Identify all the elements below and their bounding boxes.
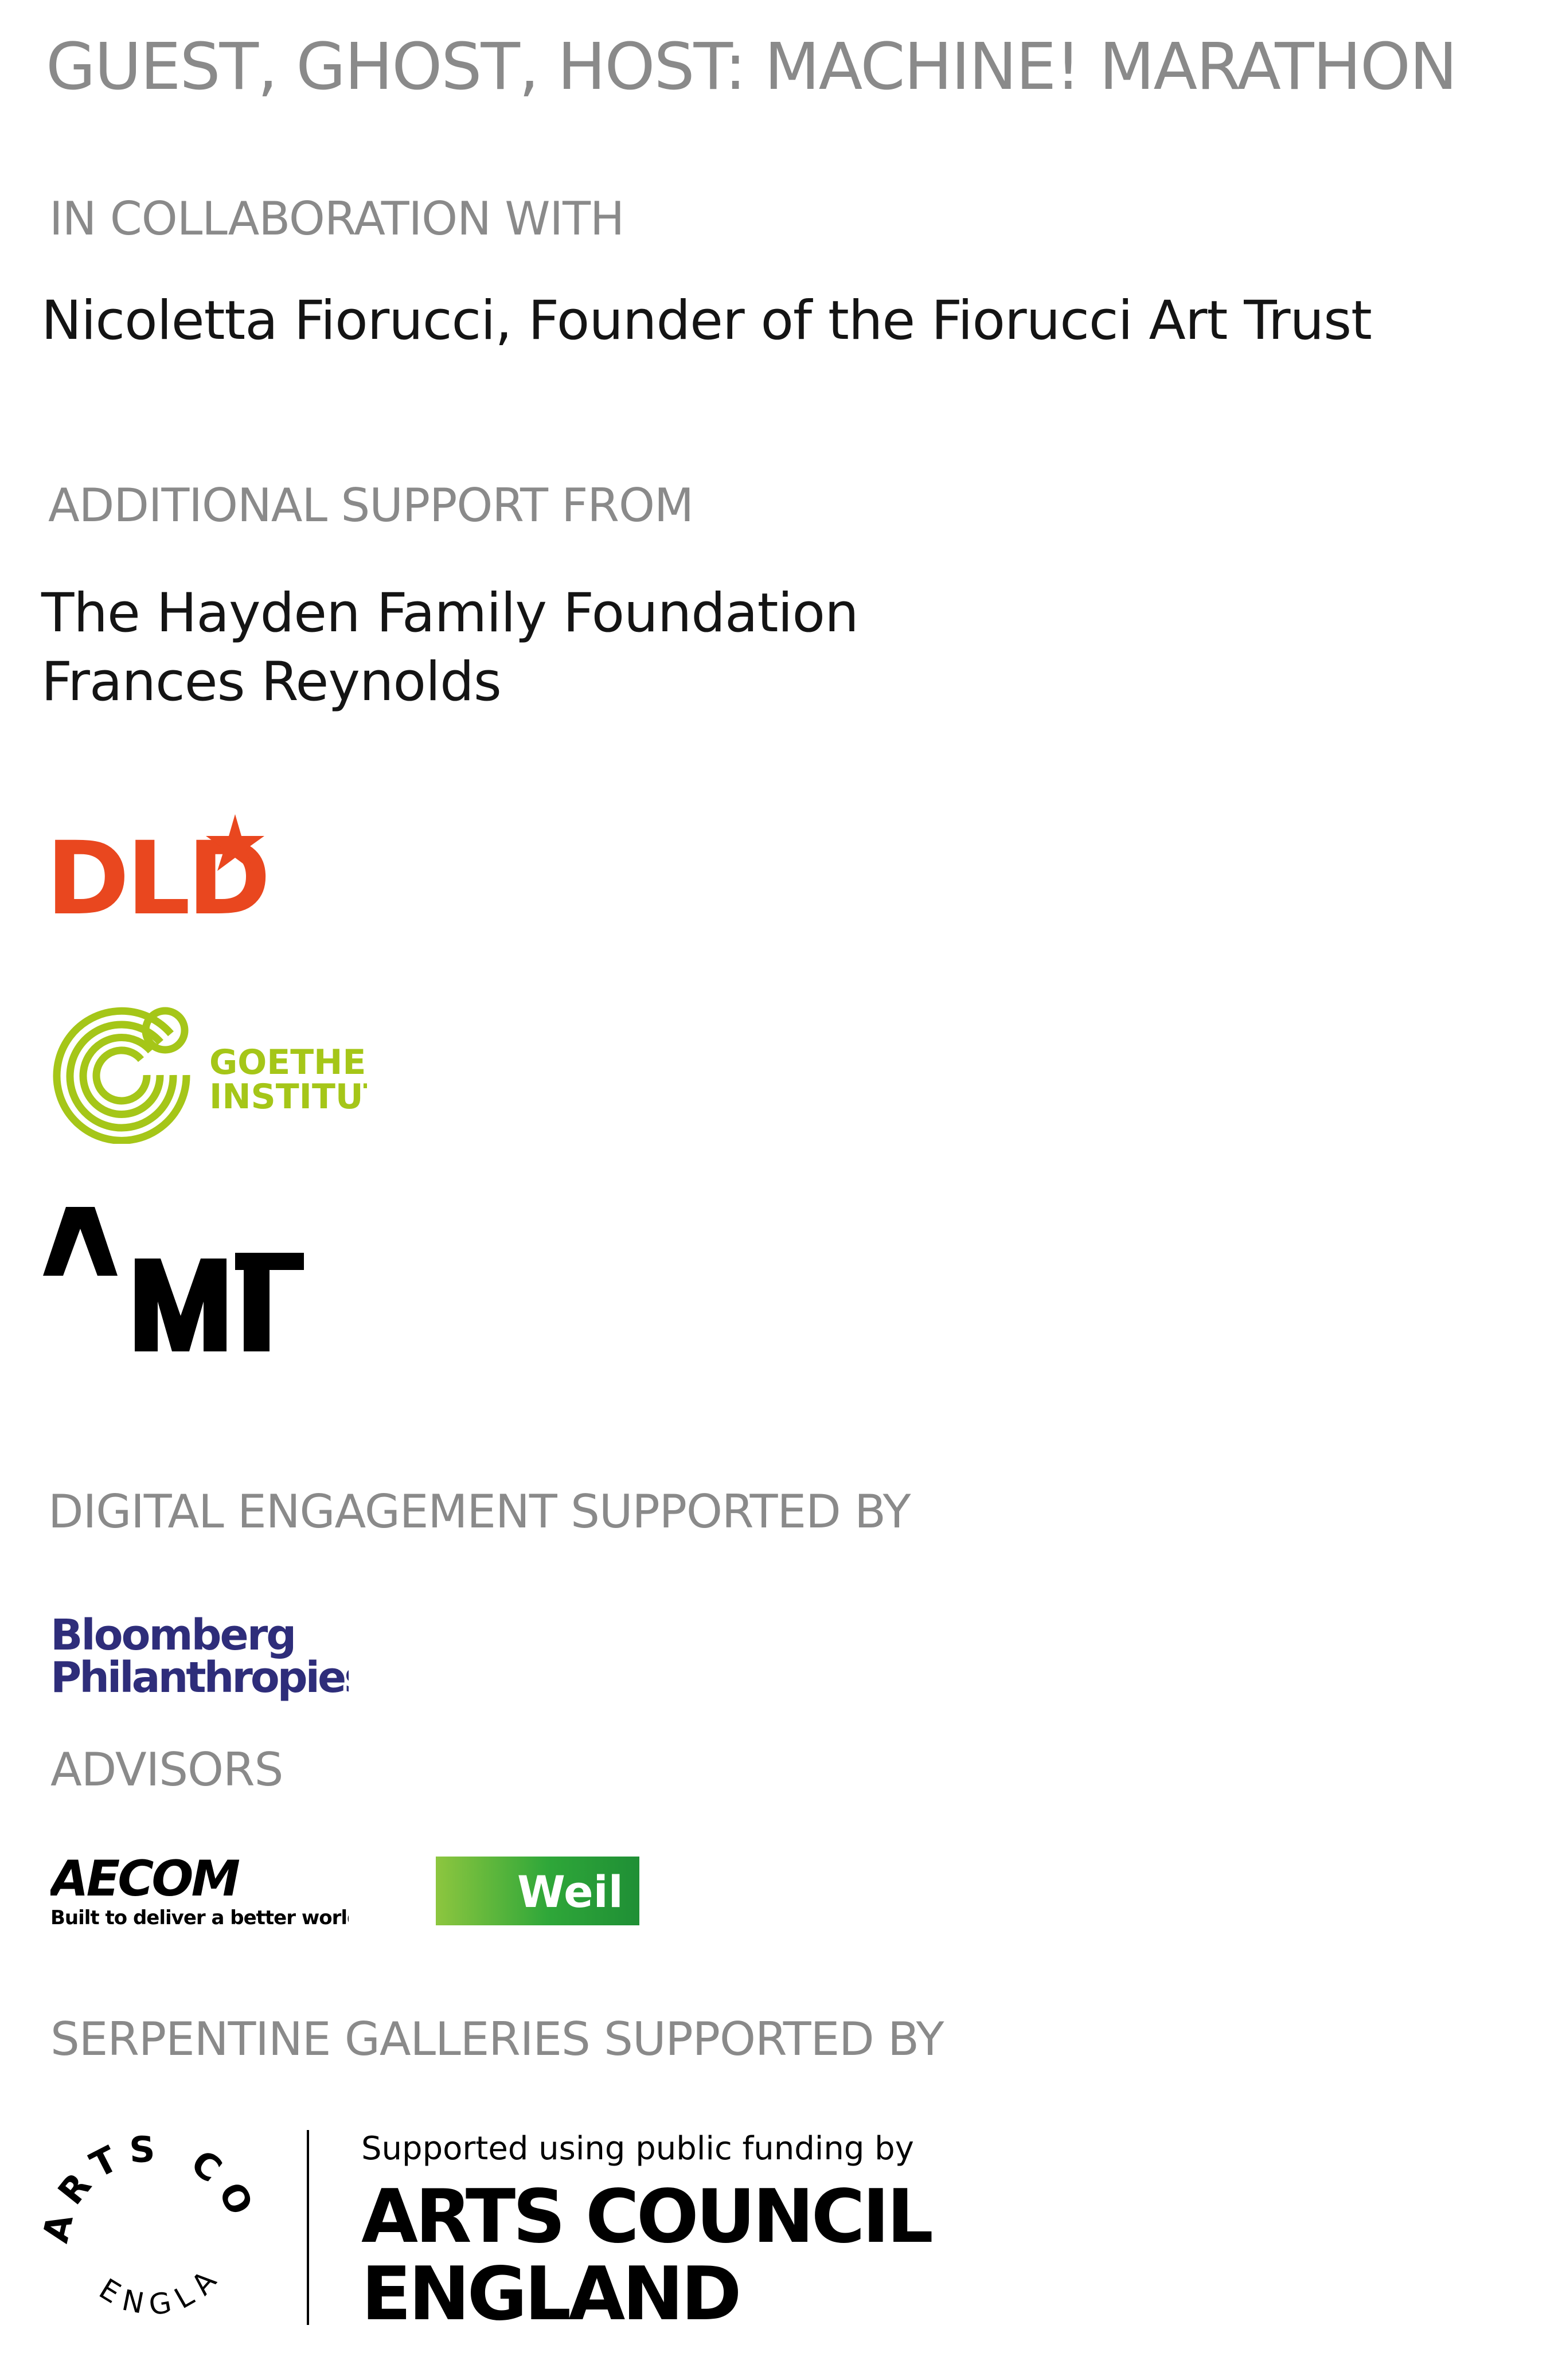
arts-council-line2: ENGLAND: [361, 2252, 739, 2337]
page-title: GUEST, GHOST, HOST: MACHINE! MARATHON: [46, 30, 1458, 104]
ami-logo: [43, 1207, 304, 1351]
arts-council-england-logo: ARTS COUNCIL ENGLAND Supported using pub…: [43, 2121, 935, 2337]
ring-top-text: ARTS COUNCIL: [43, 2121, 265, 2246]
caret-icon: [43, 1207, 118, 1276]
m-letter: [135, 1259, 227, 1351]
collaborator-name: Nicoletta Fiorucci, Founder of the Fioru…: [41, 290, 1372, 352]
goethe-line2: INSTITUT: [209, 1077, 367, 1117]
weil-wordmark: Weil: [517, 1866, 623, 1917]
weil-logo: Weil: [436, 1857, 639, 1925]
i-bar-top: [235, 1253, 304, 1270]
additional-support-heading: ADDITIONAL SUPPORT FROM: [48, 479, 694, 532]
digital-engagement-heading: DIGITAL ENGAGEMENT SUPPORTED BY: [48, 1485, 911, 1538]
bloomberg-philanthropies-logo: Bloomberg Philanthropies: [50, 1611, 349, 1702]
supported-text: Supported using public funding by: [361, 2130, 914, 2167]
collaboration-heading: IN COLLABORATION WITH: [49, 192, 624, 245]
bloomberg-line2: Philanthropies: [50, 1653, 349, 1702]
dld-logo: DLD: [46, 814, 270, 926]
advisors-heading: ADVISORS: [50, 1743, 283, 1796]
aecom-logo: AECOM Built to deliver a better world: [50, 1852, 349, 1929]
goethe-institut-logo: GOETHE INSTITUT: [53, 1007, 367, 1144]
aecom-wordmark: AECOM: [50, 1852, 240, 1908]
serpentine-heading: SERPENTINE GALLERIES SUPPORTED BY: [50, 2012, 944, 2066]
arts-council-line1: ARTS COUNCIL: [361, 2174, 932, 2260]
supporter-name: The Hayden Family Foundation: [41, 582, 859, 644]
divider: [307, 2130, 309, 2325]
aecom-tagline: Built to deliver a better world: [50, 1906, 349, 1929]
i-stem: [244, 1270, 270, 1351]
supporter-name: Frances Reynolds: [41, 651, 502, 713]
